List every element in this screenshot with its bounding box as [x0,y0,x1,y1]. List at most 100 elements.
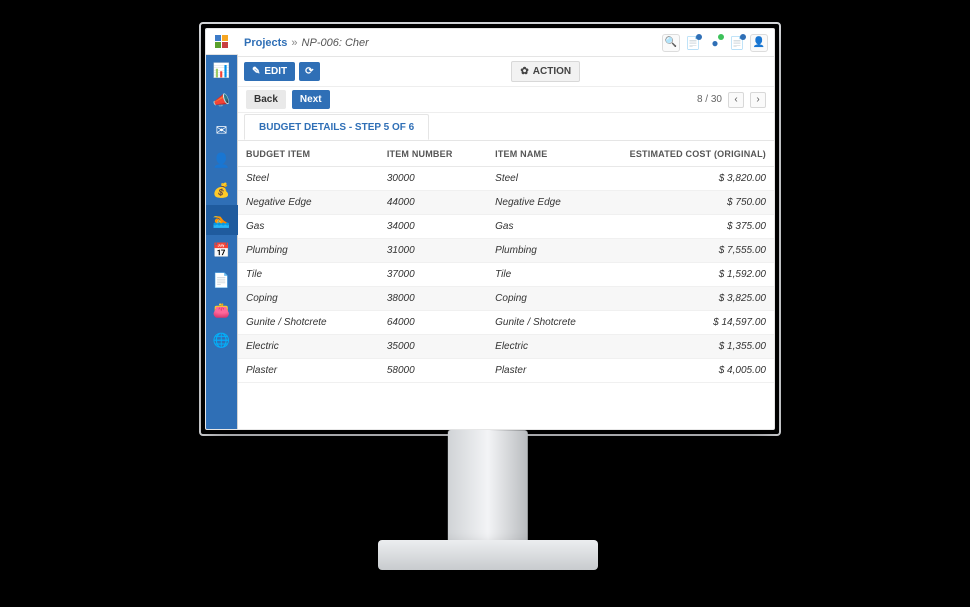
prev-page-button[interactable]: ‹ [728,92,744,108]
col-item-number[interactable]: ITEM NUMBER [387,149,495,159]
cell-estimated-cost: $ 1,592.00 [625,269,766,280]
cell-budget-item: Tile [246,269,387,280]
cell-item-name: Tile [495,269,625,280]
cell-item-name: Electric [495,341,625,352]
page-info: 8 / 30 [697,94,722,105]
edit-button[interactable]: ✎ EDIT [244,62,295,81]
user-avatar-icon[interactable]: 👤 [750,34,768,52]
cell-item-number: 34000 [387,221,495,232]
table-row[interactable]: Plumbing31000Plumbing$ 7,555.00 [238,239,774,263]
tab-strip: BUDGET DETAILS - STEP 5 OF 6 [238,113,774,141]
cell-budget-item: Negative Edge [246,197,387,208]
cell-item-name: Gunite / Shotcrete [495,317,625,328]
cell-item-name: Gas [495,221,625,232]
refresh-icon: ⟳ [305,66,313,77]
notes-icon[interactable]: 📄 [684,34,702,52]
back-button[interactable]: Back [246,90,286,109]
monitor-stand [378,430,598,580]
sidebar-item-documents[interactable]: 📄 [206,265,238,295]
next-button[interactable]: Next [292,90,330,109]
table-row[interactable]: Gas34000Gas$ 375.00 [238,215,774,239]
sidebar-item-campaigns[interactable]: 📣 [206,85,238,115]
cell-item-number: 44000 [387,197,495,208]
main-content: Projects » NP-006: Cher 🔍 📄 ● 📄 👤 ✎ EDIT… [238,29,774,429]
cell-estimated-cost: $ 1,355.00 [625,341,766,352]
cell-item-number: 37000 [387,269,495,280]
money-bag-icon: 💰 [213,182,230,199]
document-icon: 📄 [213,272,230,289]
table-header: BUDGET ITEM ITEM NUMBER ITEM NAME ESTIMA… [238,141,774,167]
sidebar-item-dashboard[interactable]: 📊 [206,55,238,85]
cell-estimated-cost: $ 3,820.00 [625,173,766,184]
col-budget-item[interactable]: BUDGET ITEM [246,149,387,159]
person-icon: 👤 [213,152,230,169]
sidebar-item-expenses[interactable]: 👛 [206,295,238,325]
table-row[interactable]: Tile37000Tile$ 1,592.00 [238,263,774,287]
action-button[interactable]: ✿ ACTION [511,61,580,82]
chart-icon: 📊 [213,62,230,79]
table-row[interactable]: Coping38000Coping$ 3,825.00 [238,287,774,311]
mail-icon: ✉ [216,122,228,139]
refresh-button[interactable]: ⟳ [299,62,319,81]
pencil-icon: ✎ [252,66,260,77]
table-row[interactable]: Steel30000Steel$ 3,820.00 [238,167,774,191]
cell-estimated-cost: $ 4,005.00 [625,365,766,376]
col-item-name[interactable]: ITEM NAME [495,149,625,159]
table-row[interactable]: Plaster58000Plaster$ 4,005.00 [238,359,774,383]
breadcrumb-current: NP-006: Cher [302,37,369,49]
chevron-left-icon: ‹ [734,94,737,105]
cell-estimated-cost: $ 375.00 [625,221,766,232]
col-estimated-cost[interactable]: ESTIMATED COST (ORIGINAL) [625,149,766,159]
cell-budget-item: Coping [246,293,387,304]
cell-budget-item: Steel [246,173,387,184]
cell-estimated-cost: $ 14,597.00 [625,317,766,328]
edit-button-label: EDIT [264,66,287,77]
topbar: Projects » NP-006: Cher 🔍 📄 ● 📄 👤 [238,29,774,57]
cell-budget-item: Electric [246,341,387,352]
sidebar-item-calendar[interactable]: 📅 [206,235,238,265]
sidebar-item-billing[interactable]: 💰 [206,175,238,205]
sidebar-item-globe[interactable]: 🌐 [206,325,238,355]
cell-item-name: Negative Edge [495,197,625,208]
action-button-label: ACTION [533,66,571,77]
gear-icon: ✿ [520,66,528,77]
cell-item-number: 30000 [387,173,495,184]
sidebar-item-mail[interactable]: ✉ [206,115,238,145]
pager-bar: Back Next 8 / 30 ‹ › [238,87,774,113]
sidebar-item-contacts[interactable]: 👤 [206,145,238,175]
globe-icon: 🌐 [213,332,230,349]
cell-item-number: 64000 [387,317,495,328]
cell-item-name: Coping [495,293,625,304]
pool-icon: 🏊 [213,212,230,229]
megaphone-icon: 📣 [213,92,230,109]
chevron-right-icon: › [756,94,759,105]
wallet-icon: 👛 [213,302,230,319]
messages-icon[interactable]: 📄 [728,34,746,52]
app-logo [206,29,238,55]
cell-estimated-cost: $ 3,825.00 [625,293,766,304]
app-window: 📊 📣 ✉ 👤 💰 🏊 📅 📄 👛 🌐 Projects » NP-006: Cher 🔍 📄 ●… [205,28,775,430]
alerts-icon[interactable]: ● [706,34,724,52]
action-toolbar: ✎ EDIT ⟳ ✿ ACTION [238,57,774,87]
cell-item-number: 31000 [387,245,495,256]
cell-item-name: Plumbing [495,245,625,256]
tab-budget-details[interactable]: BUDGET DETAILS - STEP 5 OF 6 [244,114,429,140]
cell-budget-item: Gunite / Shotcrete [246,317,387,328]
breadcrumb-root[interactable]: Projects [244,37,287,49]
table-row[interactable]: Negative Edge44000Negative Edge$ 750.00 [238,191,774,215]
table-row[interactable]: Electric35000Electric$ 1,355.00 [238,335,774,359]
breadcrumb-separator-icon: » [291,37,297,49]
table-row[interactable]: Gunite / Shotcrete64000Gunite / Shotcret… [238,311,774,335]
cell-item-number: 58000 [387,365,495,376]
sidebar-item-pools[interactable]: 🏊 [206,205,238,235]
next-page-button[interactable]: › [750,92,766,108]
cell-item-number: 38000 [387,293,495,304]
cell-budget-item: Plaster [246,365,387,376]
calendar-icon: 📅 [213,242,230,259]
budget-table: BUDGET ITEM ITEM NUMBER ITEM NAME ESTIMA… [238,141,774,429]
cell-item-name: Plaster [495,365,625,376]
search-icon[interactable]: 🔍 [662,34,680,52]
cell-item-number: 35000 [387,341,495,352]
logo-icon [215,35,228,48]
cell-estimated-cost: $ 750.00 [625,197,766,208]
